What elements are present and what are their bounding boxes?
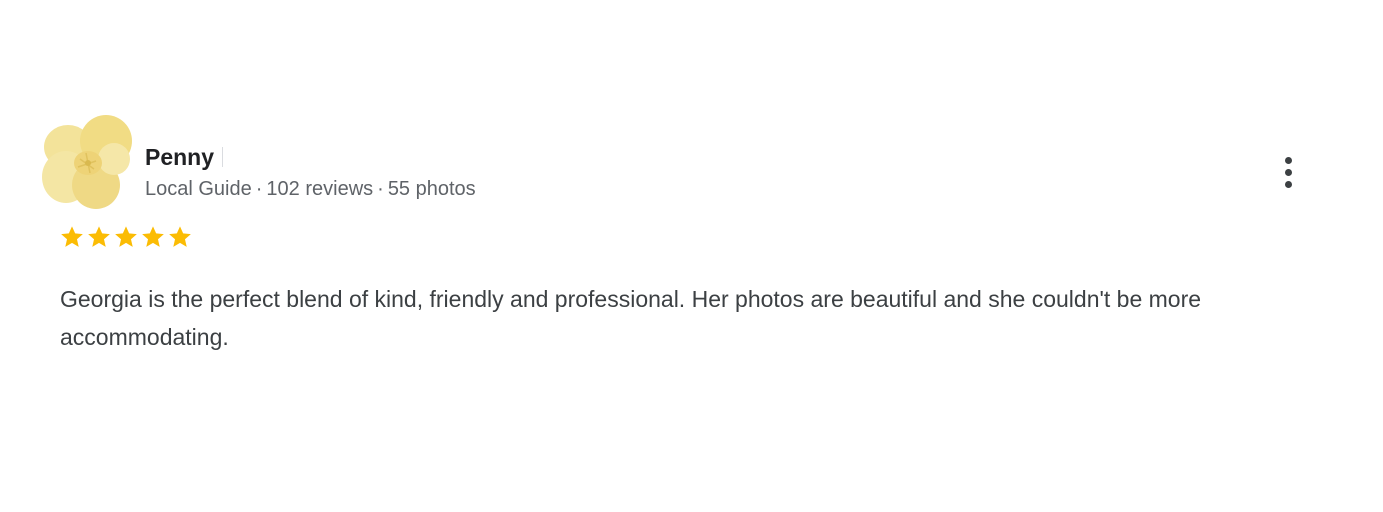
photos-count: 55 photos bbox=[387, 178, 476, 200]
reviewer-meta: Local Guide · 102 reviews · 55 photos bbox=[145, 175, 476, 203]
meta-separator: · bbox=[377, 178, 384, 200]
review-card: Penny Local Guide · 102 reviews · 55 photos … bbox=[0, 0, 1383, 512]
local-guide-badge: Local Guide bbox=[145, 178, 252, 200]
name-divider bbox=[222, 147, 224, 167]
reviewer-info: Penny Local Guide · 102 reviews · 55 photos bbox=[145, 142, 476, 203]
avatar[interactable] bbox=[40, 113, 136, 211]
review-text: Georgia is the perfect blend of kind, fr… bbox=[60, 286, 1202, 350]
meta-separator: · bbox=[255, 178, 263, 200]
star-icon bbox=[115, 226, 137, 247]
reviews-count: 102 reviews bbox=[266, 178, 374, 200]
star-icon bbox=[142, 226, 164, 247]
star-rating bbox=[59, 224, 193, 250]
flower-avatar-icon bbox=[42, 115, 132, 209]
more-vert-icon-dot bbox=[1284, 168, 1292, 176]
star-icon bbox=[88, 226, 110, 247]
more-options-button[interactable] bbox=[1270, 150, 1306, 194]
more-vert-icon-dot bbox=[1284, 180, 1292, 188]
star-icon bbox=[61, 226, 83, 247]
star-icon bbox=[169, 226, 191, 247]
more-vert-icon-dot bbox=[1284, 156, 1292, 164]
reviewer-name[interactable]: Penny bbox=[145, 142, 214, 172]
